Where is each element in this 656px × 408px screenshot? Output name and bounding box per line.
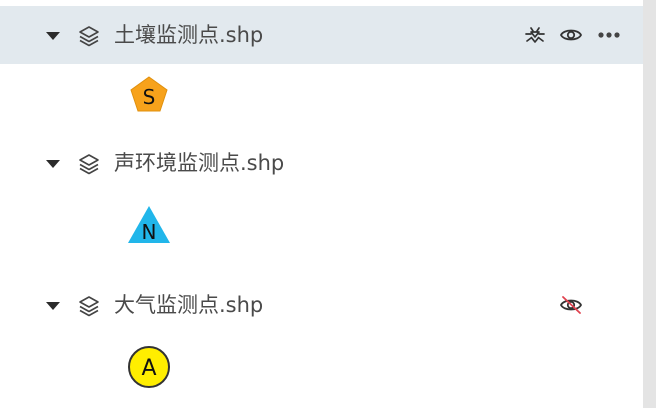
layer-header-air[interactable]: 大气监测点.shp — [0, 276, 643, 334]
layer-name: 土壤监测点.shp — [114, 23, 264, 47]
svg-text:A: A — [141, 356, 156, 381]
caret-down-icon[interactable] — [46, 32, 60, 40]
svg-text:S: S — [143, 85, 156, 109]
layer-header-soil[interactable]: 土壤监测点.shp — [0, 6, 643, 64]
pentagon-s-symbol-icon: S — [130, 76, 168, 112]
svg-text:N: N — [142, 220, 157, 244]
scrollbar[interactable] — [643, 0, 656, 408]
layer-name: 声环境监测点.shp — [114, 151, 285, 175]
caret-down-icon[interactable] — [46, 160, 60, 168]
layer-name: 大气监测点.shp — [114, 293, 264, 317]
layer-header-noise[interactable]: 声环境监测点.shp — [0, 134, 643, 192]
eye-icon[interactable] — [559, 23, 583, 47]
layers-icon — [79, 26, 99, 47]
caret-down-icon[interactable] — [46, 302, 60, 310]
layer-panel: 土壤监测点.shp S 声环境监测点.shp N 大气监测点.shp A — [0, 0, 643, 408]
layers-icon — [79, 296, 99, 317]
circle-a-symbol-icon: A — [128, 346, 170, 388]
layers-icon — [79, 154, 99, 175]
eye-off-icon[interactable] — [559, 293, 583, 317]
more-icon[interactable] — [597, 23, 621, 47]
triangle-n-symbol-icon: N — [128, 206, 170, 244]
bug-icon[interactable] — [523, 23, 547, 47]
